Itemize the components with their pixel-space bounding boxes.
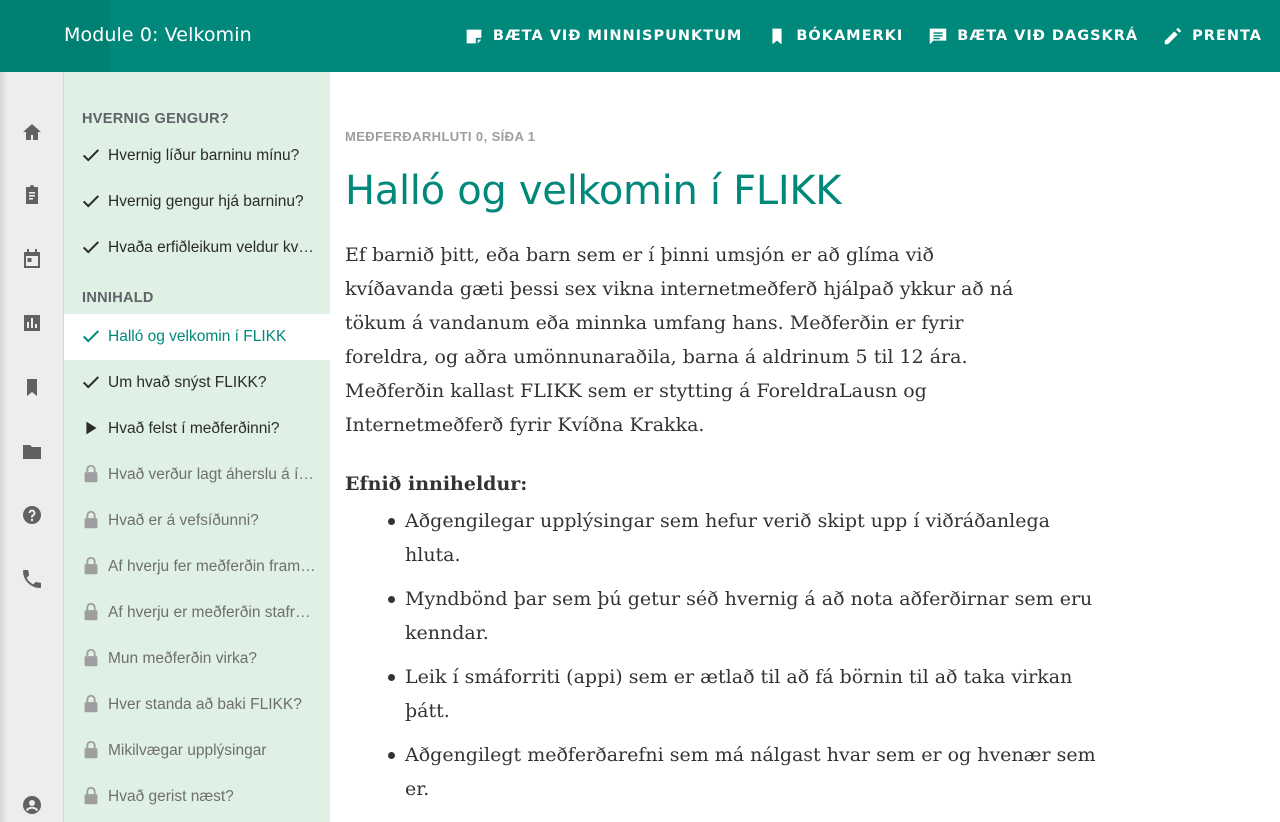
menu-item[interactable]: Hvaða erfiðleikum veldur kvíðinn? xyxy=(64,225,330,271)
lock-icon xyxy=(80,463,104,487)
menu-item-label: Hvað verður lagt áherslu á í meðferðinni… xyxy=(108,466,316,483)
menu-item-locked[interactable]: Mikilvægar upplýsingar xyxy=(64,728,330,774)
comment-icon xyxy=(927,25,949,47)
content-list: Aðgengilegar upplýsingar sem hefur verið… xyxy=(388,504,1105,816)
header-actions: BÆTA VIÐ MINNISPUNKTUM BÓKAMERKI BÆTA VI… xyxy=(439,0,1262,72)
menu-item-locked[interactable]: Af hverju er meðferðin stafræn? xyxy=(64,590,330,636)
list-item: Leik í smáforriti (appi) sem er ætlað ti… xyxy=(388,660,1105,728)
page-title: Halló og velkomin í FLIKK xyxy=(345,168,842,214)
bookmark-icon xyxy=(766,25,788,47)
add-to-agenda-label: BÆTA VIÐ DAGSKRÁ xyxy=(957,28,1139,44)
check-icon xyxy=(80,371,104,395)
bookmark-label: BÓKAMERKI xyxy=(796,28,904,44)
add-to-agenda-button[interactable]: BÆTA VIÐ DAGSKRÁ xyxy=(927,25,1138,47)
menu-item-label: Af hverju fer meðferðin fram á netinu? xyxy=(108,558,316,575)
lock-icon xyxy=(80,739,104,763)
lock-icon xyxy=(80,601,104,625)
pencil-icon xyxy=(1162,25,1184,47)
icon-rail xyxy=(0,72,64,822)
menu-item-label: Hvernig líður barninu mínu? xyxy=(108,147,300,164)
content-subheading: Efnið inniheldur: xyxy=(345,473,528,495)
check-icon xyxy=(80,236,104,260)
note-add-icon xyxy=(463,25,485,47)
menu-item-label: Hver standa að baki FLIKK? xyxy=(108,696,302,713)
intro-line: kvíðavanda gæti þessi sex vikna internet… xyxy=(345,278,1014,300)
lock-icon xyxy=(80,647,104,671)
menu-item-label: Af hverju er meðferðin stafræn? xyxy=(108,604,316,621)
menu-item-label: Mun meðferðin virka? xyxy=(108,650,258,667)
clipboard-icon[interactable] xyxy=(20,183,44,207)
menu-item-locked[interactable]: Mun meðferðin virka? xyxy=(64,636,330,682)
chart-icon[interactable] xyxy=(20,311,44,335)
print-label: PRENTA xyxy=(1192,28,1262,44)
menu-item[interactable]: Hvernig líður barninu mínu? xyxy=(64,133,330,179)
menu-item-locked[interactable]: Hvað er á vefsíðunni? xyxy=(64,498,330,544)
menu-item-locked[interactable]: Hver standa að baki FLIKK? xyxy=(64,682,330,728)
breadcrumb: MEÐFERÐARHLUTI 0, SÍÐA 1 xyxy=(345,129,536,144)
list-item: Myndbönd þar sem þú getur séð hvernig á … xyxy=(388,582,1105,650)
check-icon xyxy=(80,144,104,168)
check-icon xyxy=(80,190,104,214)
add-note-label: BÆTA VIÐ MINNISPUNKTUM xyxy=(492,28,743,44)
lock-icon xyxy=(80,509,104,533)
add-note-button[interactable]: BÆTA VIÐ MINNISPUNKTUM xyxy=(463,25,742,47)
menu-item-label: Hvað felst í meðferðinni? xyxy=(108,420,280,437)
home-icon[interactable] xyxy=(20,120,44,144)
menu-item-label: Halló og velkomin í FLIKK xyxy=(108,328,287,345)
menu-item-label: Hvað gerist næst? xyxy=(108,788,234,805)
menu-item-label: Mikilvægar upplýsingar xyxy=(108,742,267,759)
lock-icon xyxy=(80,693,104,717)
intro-line: Internetmeðferð fyrir Kvíðna Krakka. xyxy=(345,414,705,436)
folder-icon[interactable] xyxy=(20,439,44,463)
menu-item-label: Um hvað snýst FLIKK? xyxy=(108,374,267,391)
bookmark-icon[interactable] xyxy=(20,375,44,399)
intro-paragraph: Ef barnið þitt, eða barn sem er í þinni … xyxy=(345,238,1035,442)
menu-item-locked[interactable]: Hvað gerist næst? xyxy=(64,774,330,820)
section-heading-progress: HVERNIG GENGUR? xyxy=(82,111,230,127)
menu-item-active[interactable]: Halló og velkomin í FLIKK xyxy=(64,314,330,360)
print-button[interactable]: PRENTA xyxy=(1162,25,1262,47)
menu-item-label: Hvað er á vefsíðunni? xyxy=(108,512,259,529)
menu-item[interactable]: Hvað felst í meðferðinni? xyxy=(64,406,330,452)
bookmark-button[interactable]: BÓKAMERKI xyxy=(766,25,903,47)
menu-item[interactable]: Hvernig gengur hjá barninu? xyxy=(64,179,330,225)
lock-icon xyxy=(80,785,104,809)
phone-icon[interactable] xyxy=(20,567,44,591)
menu-item[interactable]: Um hvað snýst FLIKK? xyxy=(64,360,330,406)
module-title: Module 0: Velkomin xyxy=(64,24,252,46)
top-app-bar: Module 0: Velkomin BÆTA VIÐ MINNISPUNKTU… xyxy=(0,0,1280,72)
intro-line: Ef barnið þitt, eða barn sem er í þinni … xyxy=(345,244,934,266)
section-heading-content: INNIHALD xyxy=(82,290,154,306)
menu-item-locked[interactable]: Hvað verður lagt áherslu á í meðferðinni… xyxy=(64,452,330,498)
module-menu: HVERNIG GENGUR? Hvernig líður barninu mí… xyxy=(64,72,330,822)
check-icon xyxy=(80,325,104,349)
menu-item-label: Hvaða erfiðleikum veldur kvíðinn? xyxy=(108,239,316,256)
menu-item-label: Hvernig gengur hjá barninu? xyxy=(108,193,304,210)
intro-line: Meðferðin kallast FLIKK sem er stytting … xyxy=(345,380,927,402)
menu-item-locked[interactable]: Af hverju fer meðferðin fram á netinu? xyxy=(64,544,330,590)
list-item: Aðgengilegar upplýsingar sem hefur verið… xyxy=(388,504,1105,572)
lock-icon xyxy=(80,555,104,579)
account-icon[interactable] xyxy=(20,793,44,817)
list-item: Aðgengilegt meðferðarefni sem má nálgast… xyxy=(388,738,1105,806)
rail-shadow xyxy=(0,72,8,822)
intro-line: tökum á vandanum eða minnka umfang hans.… xyxy=(345,312,964,334)
help-icon[interactable] xyxy=(20,503,44,527)
play-icon xyxy=(80,417,104,441)
intro-line: foreldra, og aðra umönnunaraðila, barna … xyxy=(345,346,968,368)
calendar-icon[interactable] xyxy=(20,247,44,271)
